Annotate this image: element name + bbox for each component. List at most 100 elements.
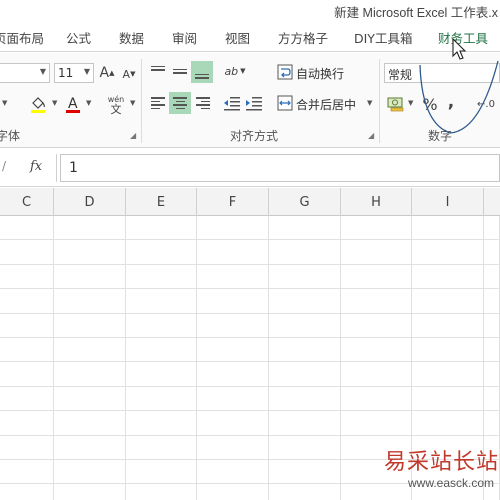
phonetic-guide-button[interactable]: wén 文 (104, 91, 128, 119)
worksheet-cell[interactable] (197, 411, 269, 436)
worksheet-cell[interactable] (54, 386, 126, 412)
font-name-select[interactable]: ▼ (0, 63, 50, 83)
column-header-h[interactable]: H (341, 188, 412, 216)
worksheet-cell[interactable] (126, 411, 197, 436)
worksheet-cell[interactable] (0, 362, 54, 387)
worksheet-cell[interactable] (269, 240, 341, 265)
merge-center-icon-button[interactable] (276, 94, 294, 112)
insert-function-button[interactable]: fx (30, 159, 42, 174)
worksheet-cell[interactable] (197, 386, 269, 412)
worksheet-cell[interactable] (197, 484, 269, 500)
worksheet-cell[interactable] (0, 313, 54, 338)
border-dropdown[interactable]: ▼ (2, 99, 7, 107)
font-size-select[interactable]: 11 ▼ (54, 63, 94, 83)
column-header-partial[interactable] (484, 188, 500, 216)
worksheet-cell[interactable] (0, 411, 54, 436)
worksheet-cell[interactable] (412, 264, 484, 290)
orientation-button[interactable]: ab ▼ (222, 61, 248, 81)
worksheet-cell[interactable] (54, 240, 126, 265)
worksheet-cell[interactable] (412, 411, 484, 436)
worksheet-cell[interactable] (484, 264, 500, 290)
tab-review[interactable]: 审阅 (172, 28, 197, 47)
worksheet-cell[interactable] (0, 484, 54, 500)
worksheet-cell[interactable] (341, 240, 412, 265)
phonetic-dropdown[interactable]: ▼ (130, 99, 135, 107)
increase-indent-button[interactable] (244, 93, 264, 113)
worksheet-cell[interactable] (126, 264, 197, 290)
worksheet-cell[interactable] (54, 411, 126, 436)
worksheet-cell[interactable] (412, 216, 484, 241)
alignment-dialog-launcher[interactable]: ◢ (368, 131, 374, 140)
font-dialog-launcher[interactable]: ◢ (130, 131, 136, 140)
align-bottom-button[interactable] (191, 61, 213, 83)
fill-color-button[interactable] (26, 93, 50, 115)
tab-view[interactable]: 视图 (225, 28, 250, 47)
align-left-button[interactable] (148, 93, 168, 113)
worksheet-cell[interactable] (54, 484, 126, 500)
worksheet-cell[interactable] (412, 386, 484, 412)
worksheet-cell[interactable] (269, 313, 341, 338)
worksheet-cell[interactable] (126, 216, 197, 241)
column-header-f[interactable]: F (197, 188, 269, 216)
worksheet-cell[interactable] (0, 338, 54, 363)
worksheet-cell[interactable] (126, 386, 197, 412)
worksheet-cell[interactable] (269, 435, 341, 460)
increase-font-button[interactable]: A ▲ (98, 63, 116, 83)
worksheet-cell[interactable] (197, 216, 269, 241)
worksheet-cell[interactable] (484, 240, 500, 265)
worksheet-cell[interactable] (197, 240, 269, 265)
tab-formulas[interactable]: 公式 (66, 28, 91, 47)
tab-page-layout[interactable]: 页面布局 (0, 28, 44, 47)
worksheet-cell[interactable] (126, 338, 197, 363)
worksheet-cell[interactable] (54, 460, 126, 485)
worksheet-cell[interactable] (412, 289, 484, 314)
worksheet-cell[interactable] (197, 435, 269, 460)
worksheet-cell[interactable] (0, 216, 54, 241)
font-color-button[interactable]: A (62, 93, 84, 115)
tab-data[interactable]: 数据 (119, 28, 144, 47)
worksheet-cell[interactable] (0, 460, 54, 485)
align-right-button[interactable] (193, 93, 213, 113)
wrap-text-button[interactable]: 自动换行 (296, 65, 344, 82)
worksheet-cell[interactable] (126, 362, 197, 387)
worksheet-cell[interactable] (0, 264, 54, 290)
worksheet-cell[interactable] (412, 338, 484, 363)
column-header-e[interactable]: E (126, 188, 197, 216)
worksheet-cell[interactable] (484, 362, 500, 387)
worksheet-cell[interactable] (341, 386, 412, 412)
worksheet-cell[interactable] (341, 362, 412, 387)
font-color-dropdown[interactable]: ▼ (86, 99, 91, 107)
worksheet-cell[interactable] (197, 338, 269, 363)
formula-input[interactable]: 1 (60, 154, 500, 182)
worksheet-cell[interactable] (341, 484, 412, 500)
decrease-indent-button[interactable] (222, 93, 242, 113)
worksheet-cell[interactable] (269, 460, 341, 485)
fill-color-dropdown[interactable]: ▼ (52, 99, 57, 107)
worksheet-cell[interactable] (341, 289, 412, 314)
worksheet-cell[interactable] (269, 411, 341, 436)
worksheet-cell[interactable] (412, 240, 484, 265)
worksheet-cell[interactable] (126, 313, 197, 338)
worksheet-cell[interactable] (0, 289, 54, 314)
worksheet-cell[interactable] (54, 435, 126, 460)
worksheet-cell[interactable] (54, 313, 126, 338)
worksheet-cell[interactable] (126, 240, 197, 265)
worksheet-cell[interactable] (484, 411, 500, 436)
worksheet-cell[interactable] (269, 338, 341, 363)
worksheet-cell[interactable] (197, 313, 269, 338)
worksheet-cell[interactable] (484, 313, 500, 338)
worksheet-cell[interactable] (269, 484, 341, 500)
worksheet-cell[interactable] (484, 216, 500, 241)
column-header-d[interactable]: D (54, 188, 126, 216)
wrap-text-icon-button[interactable] (276, 63, 294, 81)
worksheet-cell[interactable] (269, 216, 341, 241)
worksheet-cell[interactable] (269, 386, 341, 412)
merge-center-button[interactable]: 合并后居中 (296, 96, 356, 113)
worksheet-cell[interactable] (412, 313, 484, 338)
worksheet-cell[interactable] (0, 435, 54, 460)
worksheet-cell[interactable] (484, 386, 500, 412)
merge-center-dropdown[interactable]: ▼ (367, 99, 372, 107)
worksheet-cell[interactable] (341, 411, 412, 436)
worksheet-cell[interactable] (341, 216, 412, 241)
worksheet-cell[interactable] (341, 338, 412, 363)
